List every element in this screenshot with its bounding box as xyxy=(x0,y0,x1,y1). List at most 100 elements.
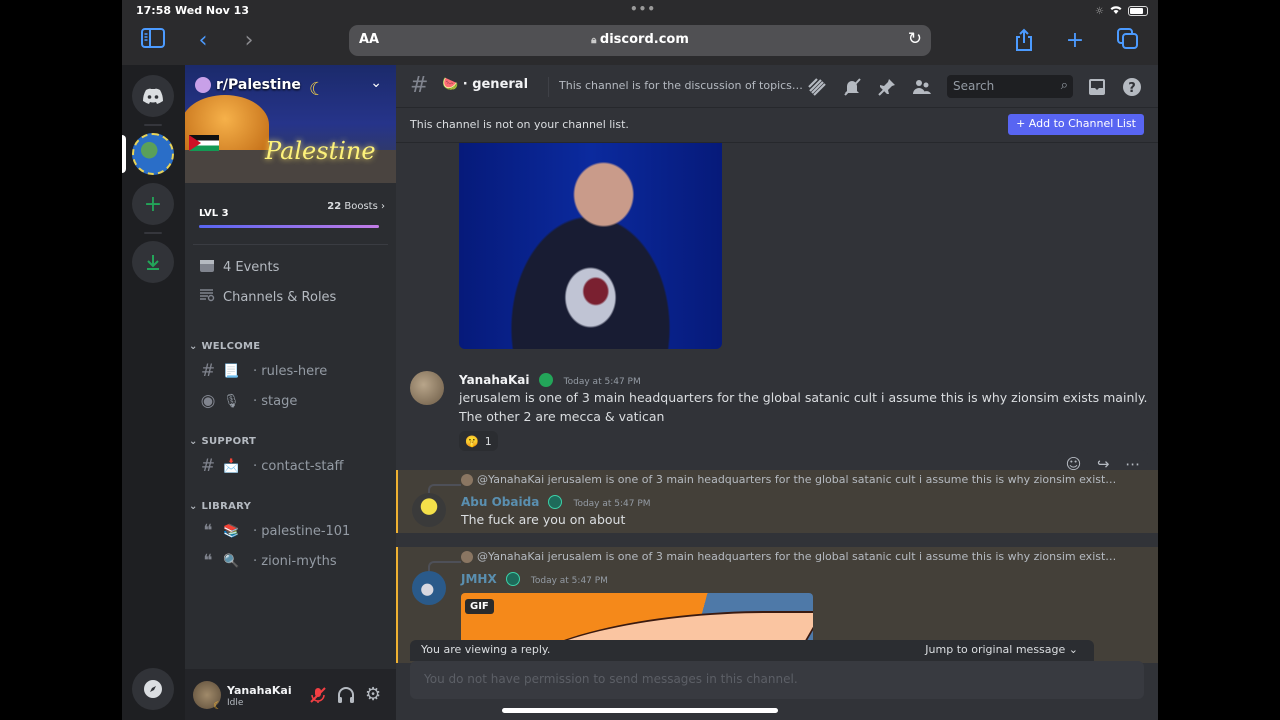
sidebar-divider xyxy=(193,244,388,245)
idle-status-icon: ☾ xyxy=(213,701,222,712)
events-link[interactable]: 4 Events xyxy=(199,257,279,277)
jump-to-original-button[interactable]: Jump to original message ⌄ xyxy=(925,643,1078,656)
reply-avatar xyxy=(461,551,473,563)
new-tab-icon[interactable]: + xyxy=(1062,28,1088,54)
lock-icon: 🔒︎ xyxy=(591,35,600,46)
locked-text-channel-icon: # xyxy=(200,456,216,476)
add-server-button[interactable]: + xyxy=(132,183,174,225)
clock: 17:58 xyxy=(136,4,172,17)
message-item: YanahaKai Today at 5:47 PM jerusalem is … xyxy=(396,365,1158,455)
reaction-count: 1 xyxy=(484,434,492,448)
channel-header: # 🍉 · general This channel is for the di… xyxy=(396,65,1158,108)
forward-icon[interactable]: › xyxy=(236,28,262,54)
timestamp: Today at 5:47 PM xyxy=(563,377,641,387)
composer-placeholder: You do not have permission to send messa… xyxy=(424,672,798,686)
channel-rules-here[interactable]: # 📃 · rules-here xyxy=(193,358,388,384)
direct-messages-button[interactable] xyxy=(132,75,174,117)
message-header: YanahaKai Today at 5:47 PM xyxy=(459,369,641,388)
channel-zioni-myths[interactable]: ❝ 🔍 · zioni-myths xyxy=(193,548,388,574)
notification-muted-icon[interactable] xyxy=(841,76,863,98)
author-avatar[interactable] xyxy=(412,493,446,527)
focus-icon: ☼ xyxy=(1095,5,1104,17)
reload-icon[interactable]: ↻ xyxy=(908,29,922,49)
channel-contact-staff[interactable]: # 📩 · contact-staff xyxy=(193,453,388,479)
video-embed[interactable] xyxy=(459,143,722,349)
message-composer[interactable]: You do not have permission to send messa… xyxy=(410,661,1144,699)
channels-roles-link[interactable]: Channels & Roles xyxy=(199,287,336,307)
category-library[interactable]: ⌄ LIBRARY xyxy=(189,501,251,512)
message-line: jerusalem is one of 3 main headquarters … xyxy=(459,390,1148,405)
battery-icon xyxy=(1128,6,1148,16)
message-content: jerusalem is one of 3 main headquarters … xyxy=(459,388,1147,426)
author-avatar[interactable] xyxy=(412,571,446,605)
back-icon[interactable]: ‹ xyxy=(190,28,216,54)
channel-stage[interactable]: ◉ 🎙 · stage xyxy=(193,388,388,414)
address-bar[interactable]: AA 🔒︎ discord.com ↻ xyxy=(349,25,931,56)
member-list-icon[interactable] xyxy=(911,76,933,98)
add-to-channel-list-label: Add to Channel List xyxy=(1028,117,1136,130)
search-icon: ⌕ xyxy=(1060,78,1068,93)
search-input[interactable]: Search ⌕ xyxy=(947,75,1073,98)
forum-channel-icon: ❝ xyxy=(203,521,213,541)
channel-name: general xyxy=(472,77,529,92)
rail-divider xyxy=(144,124,162,126)
server-badge-icon xyxy=(195,77,211,93)
boost-progress[interactable]: LVL 3 22 Boosts › xyxy=(199,201,385,228)
headphones-icon[interactable] xyxy=(337,686,355,704)
rail-divider xyxy=(144,232,162,234)
channel-emoji: 🍉 xyxy=(442,77,459,92)
boost-bar-fill xyxy=(199,225,379,228)
channel-list-notice: This channel is not on your channel list… xyxy=(396,108,1158,143)
multitask-dots[interactable]: ••• xyxy=(630,2,656,16)
mute-microphone-icon[interactable] xyxy=(309,686,327,704)
events-label: 4 Events xyxy=(223,259,280,275)
server-icon-r-palestine[interactable] xyxy=(132,133,174,175)
url-text[interactable]: 🔒︎ discord.com xyxy=(349,32,931,47)
boost-count-label: Boosts xyxy=(344,201,378,212)
role-badge-icon xyxy=(548,494,563,509)
channel-name: · stage xyxy=(253,393,298,409)
category-welcome[interactable]: ⌄ WELCOME xyxy=(189,341,260,352)
inbox-icon[interactable] xyxy=(1086,76,1108,98)
settings-gear-icon[interactable]: ⚙ xyxy=(365,686,383,704)
channel-browser-icon xyxy=(199,287,215,307)
moon-icon: ☾ xyxy=(309,79,326,100)
chevron-down-icon[interactable]: ⌄ xyxy=(370,75,382,91)
plus-icon: + xyxy=(143,191,163,217)
server-banner: ☾ Palestine r/Palestine ⌄ xyxy=(185,65,396,183)
pin-icon[interactable] xyxy=(876,76,898,98)
author-avatar[interactable] xyxy=(410,371,444,405)
reply-reference[interactable]: @YanahaKai jerusalem is one of 3 main he… xyxy=(461,473,1121,486)
threads-icon[interactable] xyxy=(806,76,828,98)
add-to-channel-list-button[interactable]: + Add to Channel List xyxy=(1008,114,1144,135)
author-name[interactable]: YanahaKai xyxy=(459,373,529,387)
download-apps-button[interactable] xyxy=(132,241,174,283)
share-icon[interactable] xyxy=(1011,28,1037,54)
reaction-button[interactable]: 🤫 1 xyxy=(459,431,498,451)
message-item: @YanahaKai jerusalem is one of 3 main he… xyxy=(396,470,1158,533)
stage-channel-icon: ◉ xyxy=(200,391,216,411)
author-name[interactable]: Abu Obaida xyxy=(461,495,539,509)
reply-reference[interactable]: @YanahaKai jerusalem is one of 3 main he… xyxy=(461,550,1121,563)
date: Wed Nov 13 xyxy=(175,4,249,17)
help-icon[interactable]: ? xyxy=(1121,76,1143,98)
text-channel-icon: # xyxy=(200,361,216,381)
channel-name: · rules-here xyxy=(253,363,328,379)
category-support[interactable]: ⌄ SUPPORT xyxy=(189,436,256,447)
channel-topic[interactable]: This channel is for the discussion of to… xyxy=(559,79,803,92)
sidebar-toggle-icon[interactable] xyxy=(140,28,166,54)
channel-sidebar: ☾ Palestine r/Palestine ⌄ LVL 3 22 Boost… xyxy=(185,65,396,720)
channel-palestine-101[interactable]: ❝ 📚 · palestine-101 xyxy=(193,518,388,544)
server-name[interactable]: r/Palestine xyxy=(195,77,301,93)
channel-emoji: 📚 xyxy=(223,523,240,539)
system-icons: ☼ xyxy=(1095,4,1148,18)
tabs-overview-icon[interactable] xyxy=(1115,28,1141,54)
server-rail: + xyxy=(122,65,185,720)
home-indicator[interactable] xyxy=(502,708,778,713)
username[interactable]: YanahaKai xyxy=(227,684,292,697)
explore-servers-button[interactable] xyxy=(132,668,174,710)
channels-roles-label: Channels & Roles xyxy=(223,289,337,305)
boost-count[interactable]: 22 Boosts › xyxy=(327,201,385,212)
boost-bar xyxy=(199,225,379,228)
author-name[interactable]: JMHX xyxy=(461,572,497,586)
